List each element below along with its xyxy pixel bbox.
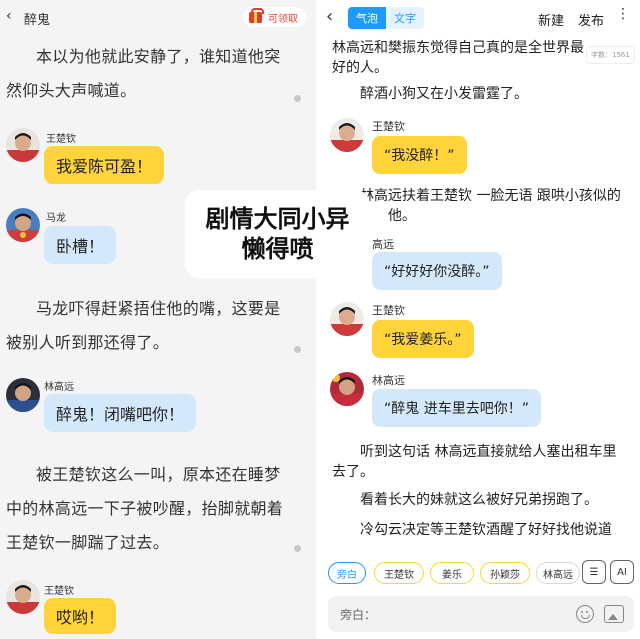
avatar [6,128,40,162]
narration-line: 马龙吓得赶紧捂住他的嘴，这要是 [36,299,281,318]
narration-line: 中的林高远一下子被吵醒，抬脚就朝着 [6,499,284,518]
speaker-name: 王楚钦 [44,586,74,597]
narration-line: 被王楚钦这么一叫，原本还在睡梦 [36,465,281,484]
avatar [6,378,40,412]
comment-dot[interactable] [294,545,301,552]
narration-line: 他。 [388,208,416,224]
avatar [6,208,40,242]
avatar [6,580,40,614]
chat-bubble[interactable]: 卧槽！ [44,226,117,264]
tab-text[interactable]: 文字 [386,7,424,29]
narration-line: 本以为他就此安静了，谁知道他突 [36,47,281,66]
publish-button[interactable]: 发布 [578,10,604,29]
chat-bubble[interactable]: 我爱陈可盈！ [44,146,165,184]
left-panel: ‹ 醉鬼 可领取 本以为他就此安静了，谁知道他突 然仰头大声喊道。 王楚钦 我爱… [0,0,316,639]
left-header: ‹ 醉鬼 可领取 [0,0,316,34]
comment-dot[interactable] [294,95,301,102]
narration-paragraph: 被王楚钦这么一叫，原本还在睡梦 中的林高远一下子被吵醒，抬脚就朝着 王楚钦一脚踹… [6,458,283,560]
speaker-name: 马龙 [46,213,66,224]
narration-paragraph: 本以为他就此安静了，谁知道他突 然仰头大声喊道。 [6,40,281,108]
narration-line: 林高远和樊振东觉得自己真的是全世界最 [332,40,584,56]
narration-line: 醉酒小狗又在小发雷霆了。 [360,86,528,102]
narration-paragraph: 冷勾云决定等王楚钦酒醒了好好找他说道 说道 [360,520,612,546]
narration-line: 王楚钦一脚踹了过去。 [6,533,170,552]
chat-bubble[interactable]: “我爱姜乐。” [372,320,474,358]
role-manage-icon[interactable]: ☰ [582,560,606,584]
message-input[interactable]: 旁白： [328,596,634,632]
speaker-name: 高远 [372,238,394,251]
chevron-left-icon[interactable]: ‹ [326,6,333,27]
narration-paragraph: 马龙吓得赶紧捂住他的嘴，这要是 被别人听到那还得了。 [6,292,281,360]
role-chip[interactable]: 林高远 [536,562,580,584]
emoji-icon[interactable] [576,605,594,623]
speaker-name: 王楚钦 [46,134,76,145]
speaker-name: 王楚钦 [372,304,405,317]
chapter-title: 醉鬼 [24,13,51,28]
narration-line: 然仰头大声喊道。 [6,81,137,100]
right-panel: ‹ 气泡 文字 新建 发布 ⋮ 字数：1561 林高远和樊振东觉得自己真的是全世… [320,0,640,639]
caption-line: 剧情大同小异 [205,205,350,233]
chat-bubble[interactable]: 哎哟！ [44,598,117,634]
role-chip-narrator[interactable]: 旁白 [328,562,366,584]
narration-line: 听到这句话 林高远直接就给人塞出租车里 [360,444,617,460]
chat-bubble[interactable]: “好好好你没醉。” [372,252,502,290]
new-button[interactable]: 新建 [538,10,564,29]
narration-line: 看着长大的妹就这么被好兄弟拐跑了。 [360,492,598,508]
narration-line: 冷勾云决定等王楚钦酒醒了好好找他说道 [360,522,612,538]
role-chip[interactable]: 姜乐 [430,562,474,584]
chat-bubble[interactable]: “醉鬼 进车里去吧你！” [372,389,541,427]
caption-line: 懒得喷 [241,235,314,263]
narration-paragraph: 林高远扶着王楚钦 一脸无语 跟哄小孩似的 他。 [360,186,621,226]
caption-overlay: 剧情大同小异 懒得喷 [185,190,370,278]
gift-icon [249,7,264,23]
reward-button[interactable]: 可领取 [243,7,306,27]
image-icon[interactable] [604,605,624,623]
narration-line: 被别人听到那还得了。 [6,333,170,352]
avatar [330,302,364,336]
more-icon[interactable]: ⋮ [616,6,630,22]
narration-line: 说道 [360,540,612,546]
role-chip[interactable]: 王楚钦 [374,562,424,584]
tab-bubble[interactable]: 气泡 [348,7,386,29]
ai-button[interactable]: AI [610,560,634,584]
comment-dot[interactable] [294,346,301,353]
input-placeholder: 旁白： [340,608,377,622]
avatar [330,118,364,152]
narration-paragraph: 林高远和樊振东觉得自己真的是全世界最 好的人。 [332,38,584,78]
narration-line: 好的人。 [332,60,388,76]
role-chip[interactable]: 孙颖莎 [480,562,530,584]
speaker-name: 林高远 [44,382,74,393]
speaker-name: 林高远 [372,374,405,387]
mode-tabs: 气泡 文字 [348,7,424,29]
chat-bubble[interactable]: 醉鬼！闭嘴吧你！ [44,394,197,432]
speaker-name: 王楚钦 [372,120,405,133]
avatar [330,372,364,406]
narration-line: 林高远扶着王楚钦 一脸无语 跟哄小孩似的 [360,188,621,204]
chevron-left-icon[interactable]: ‹ [6,8,12,24]
narration-line: 去了。 [332,464,374,480]
chat-bubble[interactable]: “我没醉！” [372,136,467,174]
reward-label: 可领取 [268,13,298,25]
narration-paragraph: 听到这句话 林高远直接就给人塞出租车里 去了。 [332,442,617,482]
word-count: 字数：1561 [586,46,635,64]
